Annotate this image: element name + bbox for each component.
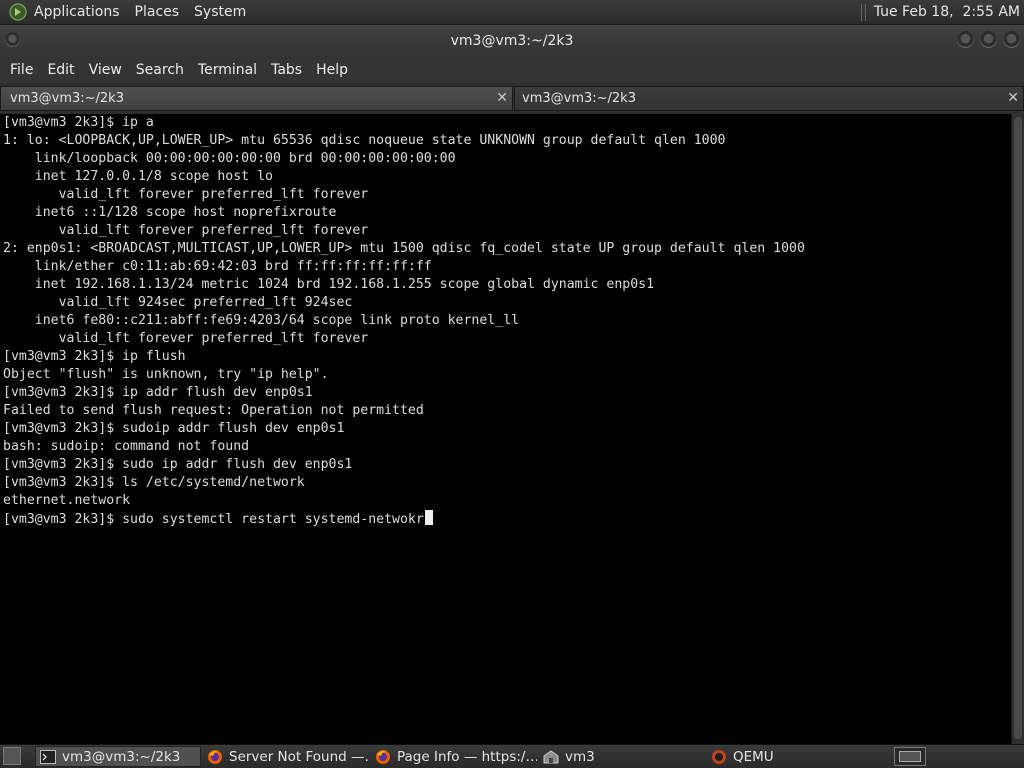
menu-edit[interactable]: Edit: [47, 62, 74, 78]
terminal-line-text: Failed to send flush request: Operation …: [3, 403, 424, 418]
firefox-icon: [207, 749, 223, 765]
terminal-line-text: link/ether c0:11:ab:69:42:03 brd ff:ff:f…: [3, 259, 432, 274]
terminal-line: [vm3@vm3 2k3]$ sudo ip addr flush dev en…: [3, 456, 805, 474]
tab-bar: vm3@vm3:~/2k3 ✕ vm3@vm3:~/2k3 ✕: [0, 83, 1024, 114]
tab-close-icon[interactable]: ✕: [496, 90, 508, 106]
terminal-line-text: [vm3@vm3 2k3]$ ip flush: [3, 349, 186, 364]
close-button[interactable]: [1003, 31, 1020, 48]
terminal-line-text: 2: enp0s1: <BROADCAST,MULTICAST,UP,LOWER…: [3, 241, 805, 256]
scrollbar-thumb[interactable]: [1014, 117, 1022, 739]
terminal-line: 2: enp0s1: <BROADCAST,MULTICAST,UP,LOWER…: [3, 240, 805, 258]
task-label: vm3@vm3:~/2k3: [62, 748, 181, 765]
terminal-line-text: [vm3@vm3 2k3]$ ip addr flush dev enp0s1: [3, 385, 313, 400]
task-label: Server Not Found —…: [229, 748, 369, 765]
task-firefox-page-info[interactable]: Page Info — https:/…: [371, 746, 537, 767]
menu-view[interactable]: View: [89, 62, 122, 78]
task-file-manager-vm3[interactable]: vm3: [539, 746, 705, 767]
terminal-line: valid_lft forever preferred_lft forever: [3, 186, 805, 204]
terminal-line-text: inet6 fe80::c211:abff:fe69:4203/64 scope…: [3, 313, 520, 328]
menu-bar: File Edit View Search Terminal Tabs Help: [0, 56, 1024, 83]
bottom-panel: vm3@vm3:~/2k3 Server Not Found —… Page I…: [0, 744, 1024, 768]
terminal-line: [vm3@vm3 2k3]$ ip addr flush dev enp0s1: [3, 384, 805, 402]
tab-label: vm3@vm3:~/2k3: [522, 91, 636, 106]
terminal-line-text: link/loopback 00:00:00:00:00:00 brd 00:0…: [3, 151, 456, 166]
terminal-output[interactable]: [vm3@vm3 2k3]$ ip a 1: lo: <LOOPBACK,UP,L…: [0, 114, 1011, 744]
workspace-switcher[interactable]: [894, 747, 926, 766]
tab-terminal-1[interactable]: vm3@vm3:~/2k3 ✕: [0, 86, 513, 111]
terminal-line-text: ethernet.network: [3, 493, 131, 508]
terminal-line: [vm3@vm3 2k3]$ ip flush: [3, 348, 805, 366]
terminal-line-text: valid_lft forever preferred_lft forever: [3, 187, 369, 202]
terminal-line: ethernet.network: [3, 492, 805, 510]
terminal-line: inet 127.0.0.1/8 scope host lo: [3, 168, 805, 186]
terminal-line-text: Object "flush" is unknown, try "ip help"…: [3, 367, 329, 382]
clock[interactable]: Tue Feb 18, 2:55 AM: [874, 4, 1020, 20]
tab-terminal-2[interactable]: vm3@vm3:~/2k3 ✕: [514, 86, 1024, 111]
tab-label: vm3@vm3:~/2k3: [10, 91, 124, 106]
terminal-line-text: valid_lft forever preferred_lft forever: [3, 331, 369, 346]
terminal-line-text: 1: lo: <LOOPBACK,UP,LOWER_UP> mtu 65536 …: [3, 133, 726, 148]
menu-system[interactable]: System: [194, 4, 246, 20]
terminal-line: link/ether c0:11:ab:69:42:03 brd ff:ff:f…: [3, 258, 805, 276]
window-title-bar[interactable]: vm3@vm3:~/2k3: [0, 25, 1024, 56]
qemu-icon: [711, 749, 727, 765]
terminal-line: Object "flush" is unknown, try "ip help"…: [3, 366, 805, 384]
panel-separator: [860, 3, 866, 21]
terminal-line: link/loopback 00:00:00:00:00:00 brd 00:0…: [3, 150, 805, 168]
terminal-line-text: valid_lft forever preferred_lft forever: [3, 223, 369, 238]
workspace-1[interactable]: [899, 751, 921, 762]
terminal-line-text: inet 127.0.0.1/8 scope host lo: [3, 169, 273, 184]
terminal-line: [vm3@vm3 2k3]$ sudo systemctl restart sy…: [3, 510, 805, 528]
terminal-line: bash: sudoip: command not found: [3, 438, 805, 456]
menu-help[interactable]: Help: [316, 62, 348, 78]
tab-close-icon[interactable]: ✕: [1007, 90, 1019, 106]
folder-home-icon: [543, 749, 559, 765]
top-panel: Applications Places System Tue Feb 18, 2…: [0, 0, 1024, 25]
terminal-line-text: [vm3@vm3 2k3]$ ls /etc/systemd/network: [3, 475, 305, 490]
window-menu-button[interactable]: [5, 32, 20, 47]
terminal-line: valid_lft forever preferred_lft forever: [3, 222, 805, 240]
terminal-line-text: bash: sudoip: command not found: [3, 439, 250, 454]
menu-search[interactable]: Search: [136, 62, 184, 78]
terminal-line-text: [vm3@vm3 2k3]$ sudo systemctl restart sy…: [3, 512, 424, 527]
terminal-line: [vm3@vm3 2k3]$ ip a: [3, 114, 805, 132]
terminal-cursor: [424, 510, 433, 525]
task-label: Page Info — https:/…: [397, 748, 537, 765]
task-label: vm3: [565, 748, 595, 765]
task-qemu[interactable]: QEMU: [707, 746, 873, 767]
menu-applications[interactable]: Applications: [34, 4, 120, 20]
task-firefox-server-not-found[interactable]: Server Not Found —…: [203, 746, 369, 767]
terminal-line-text: [vm3@vm3 2k3]$ ip a: [3, 115, 154, 130]
terminal-line: inet6 ::1/128 scope host noprefixroute: [3, 204, 805, 222]
terminal-line-text: valid_lft 924sec preferred_lft 924sec: [3, 295, 353, 310]
terminal-line: [vm3@vm3 2k3]$ ls /etc/systemd/network: [3, 474, 805, 492]
top-menu: Applications Places System: [34, 4, 261, 20]
terminal-line: Failed to send flush request: Operation …: [3, 402, 805, 420]
terminal-line-text: [vm3@vm3 2k3]$ sudo ip addr flush dev en…: [3, 457, 353, 472]
terminal-line: valid_lft 924sec preferred_lft 924sec: [3, 294, 805, 312]
minimize-button[interactable]: [957, 31, 974, 48]
window-title: vm3@vm3:~/2k3: [450, 32, 574, 49]
task-label: QEMU: [733, 748, 774, 765]
menu-places[interactable]: Places: [135, 4, 180, 20]
terminal-line: inet6 fe80::c211:abff:fe69:4203/64 scope…: [3, 312, 805, 330]
terminal-line-text: [vm3@vm3 2k3]$ sudoip addr flush dev enp…: [3, 421, 345, 436]
menu-tabs[interactable]: Tabs: [271, 62, 302, 78]
menu-terminal[interactable]: Terminal: [198, 62, 257, 78]
terminal-line-text: inet6 ::1/128 scope host noprefixroute: [3, 205, 337, 220]
terminal-line: [vm3@vm3 2k3]$ sudoip addr flush dev enp…: [3, 420, 805, 438]
terminal-line: valid_lft forever preferred_lft forever: [3, 330, 805, 348]
terminal-line-text: inet 192.168.1.13/24 metric 1024 brd 192…: [3, 277, 655, 292]
terminal-line: 1: lo: <LOOPBACK,UP,LOWER_UP> mtu 65536 …: [3, 132, 805, 150]
firefox-icon: [375, 749, 391, 765]
terminal-scrollbar[interactable]: [1011, 114, 1024, 744]
maximize-button[interactable]: [980, 31, 997, 48]
terminal-line: inet 192.168.1.13/24 metric 1024 brd 192…: [3, 276, 805, 294]
task-terminal[interactable]: vm3@vm3:~/2k3: [35, 746, 201, 767]
show-desktop-icon[interactable]: [3, 747, 21, 765]
terminal-icon: [40, 749, 56, 765]
menu-file[interactable]: File: [10, 62, 33, 78]
distro-logo-icon[interactable]: [9, 3, 27, 21]
